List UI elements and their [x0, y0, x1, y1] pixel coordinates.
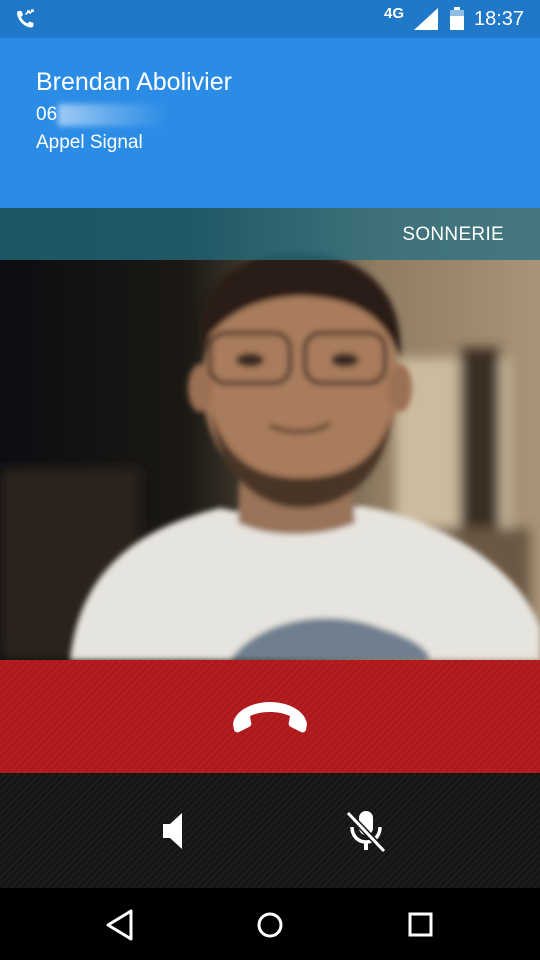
phone-number: 06	[36, 104, 58, 125]
call-state-label: SONNERIE	[402, 224, 504, 245]
clock: 18:37	[474, 8, 525, 30]
remote-video-frame	[0, 208, 540, 660]
status-bar: 4G 18:37	[0, 0, 540, 38]
remote-video	[0, 208, 540, 660]
battery-icon	[450, 7, 464, 30]
navigation-bar	[0, 888, 540, 960]
hangup-icon	[233, 702, 307, 733]
home-button[interactable]	[250, 906, 290, 944]
back-button[interactable]	[100, 906, 140, 944]
back-icon	[106, 909, 133, 941]
call-type-label: Appel Signal	[36, 132, 143, 153]
hangup-bar	[0, 660, 540, 773]
contact-name: Brendan Abolivier	[36, 68, 232, 96]
home-icon	[257, 912, 283, 938]
recents-icon	[408, 912, 433, 937]
network-type: 4G	[384, 5, 405, 22]
mute-button[interactable]	[340, 805, 392, 857]
call-controls	[0, 773, 540, 888]
number-redaction	[58, 104, 168, 126]
caller-header: Brendan Abolivier 06 Appel Signal	[0, 38, 540, 208]
recents-button[interactable]	[400, 906, 440, 944]
speaker-button[interactable]	[150, 809, 198, 853]
mic-muted-icon	[345, 810, 387, 854]
hangup-button[interactable]	[225, 690, 315, 744]
speaker-icon	[163, 813, 182, 849]
phone-call-icon	[17, 9, 34, 28]
signal-icon	[414, 8, 438, 30]
call-state-bar: SONNERIE	[0, 208, 540, 260]
